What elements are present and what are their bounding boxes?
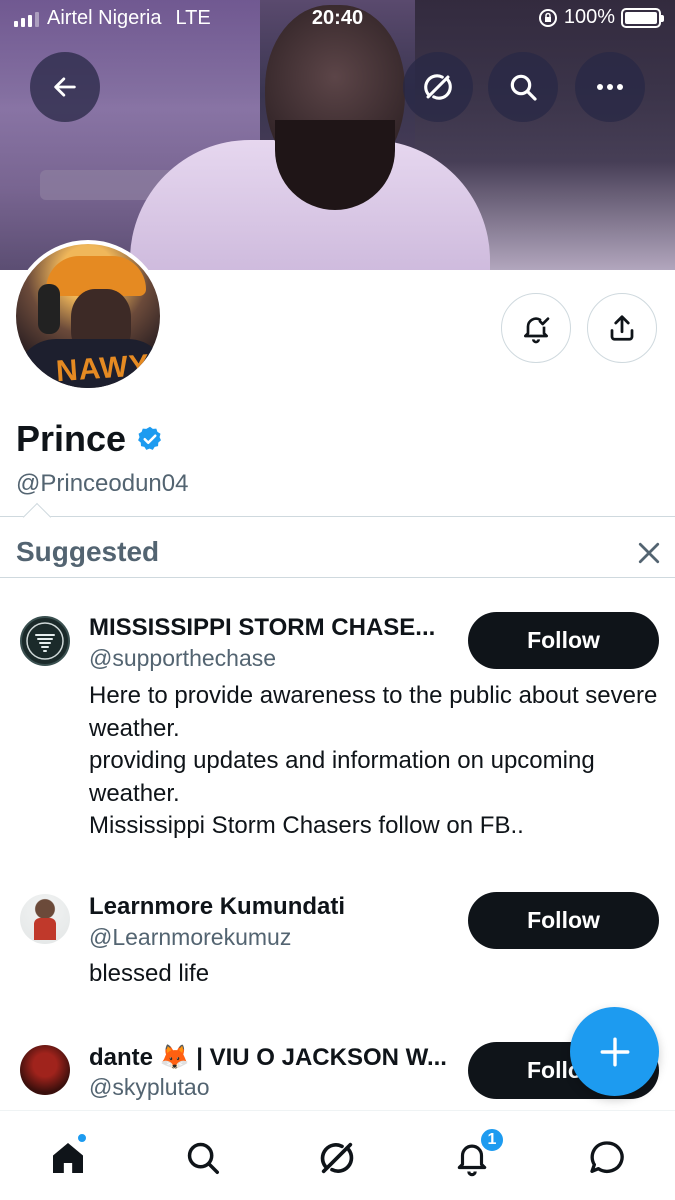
notifications-badge: 1 bbox=[479, 1127, 505, 1153]
arrow-left-icon bbox=[54, 77, 76, 97]
grok-button[interactable] bbox=[403, 52, 473, 122]
plus-icon bbox=[600, 1037, 629, 1066]
rotation-lock-icon bbox=[538, 8, 557, 27]
storm-logo-icon bbox=[26, 622, 64, 660]
status-right: 100% bbox=[538, 6, 664, 29]
follow-button[interactable]: Follow bbox=[468, 892, 659, 949]
more-horizontal-icon bbox=[597, 84, 623, 90]
suggestion-avatar[interactable] bbox=[20, 894, 70, 944]
tab-grok[interactable] bbox=[312, 1133, 362, 1183]
verified-badge-icon bbox=[138, 426, 162, 450]
share-button[interactable] bbox=[587, 293, 657, 363]
status-bar: Airtel Nigeria LTE 20:40 100% bbox=[0, 0, 675, 40]
back-button[interactable] bbox=[30, 52, 100, 122]
section-caret bbox=[22, 502, 52, 532]
share-icon bbox=[610, 315, 634, 341]
suggestion-name: Learnmore Kumundati bbox=[89, 893, 346, 920]
search-button[interactable] bbox=[488, 52, 558, 122]
bottom-tab-bar: 1 bbox=[0, 1110, 675, 1200]
suggestion-handle: @supporthechase bbox=[89, 645, 277, 671]
search-icon bbox=[510, 74, 537, 101]
section-divider-top bbox=[0, 516, 675, 517]
tab-notifications[interactable]: 1 bbox=[447, 1127, 505, 1183]
section-divider-bottom bbox=[0, 577, 675, 578]
home-icon bbox=[53, 1143, 83, 1173]
tab-messages[interactable] bbox=[582, 1133, 632, 1183]
profile-banner[interactable] bbox=[0, 0, 675, 270]
bell-check-icon bbox=[524, 317, 550, 344]
close-suggested-button[interactable] bbox=[634, 538, 664, 568]
compose-button[interactable] bbox=[570, 1007, 659, 1096]
grok-icon bbox=[424, 74, 452, 100]
profile-name-row: Prince bbox=[16, 418, 164, 460]
notify-button[interactable] bbox=[501, 293, 571, 363]
home-new-dot bbox=[77, 1133, 87, 1143]
suggestion-bio: blessed life bbox=[89, 960, 210, 987]
more-button[interactable] bbox=[575, 52, 645, 122]
tab-home[interactable] bbox=[43, 1133, 93, 1183]
suggestion-handle: @skyplutao bbox=[89, 1074, 210, 1100]
suggestion-bio: Here to provide awareness to the public … bbox=[89, 682, 658, 839]
suggestion-name: MISSISSIPPI STORM CHASE... bbox=[89, 614, 436, 641]
tab-search[interactable] bbox=[178, 1133, 228, 1183]
search-icon bbox=[187, 1142, 219, 1174]
profile-avatar[interactable]: NAWY bbox=[12, 240, 164, 392]
follow-button[interactable]: Follow bbox=[468, 612, 659, 669]
battery-icon bbox=[621, 7, 664, 28]
suggestion-avatar[interactable] bbox=[20, 1045, 70, 1095]
grok-icon bbox=[320, 1142, 354, 1174]
battery-percent: 100% bbox=[563, 6, 615, 28]
suggested-title: Suggested bbox=[16, 536, 160, 567]
suggestion-handle: @Learnmorekumuz bbox=[89, 924, 292, 950]
suggestion-name: dante 🦊 | VIU O JACKSON W... bbox=[89, 1044, 447, 1071]
message-icon bbox=[590, 1141, 624, 1173]
profile-name: Prince bbox=[16, 418, 127, 459]
profile-handle: @Princeodun04 bbox=[16, 470, 189, 497]
close-icon bbox=[638, 542, 660, 564]
suggestion-avatar[interactable] bbox=[20, 616, 70, 666]
